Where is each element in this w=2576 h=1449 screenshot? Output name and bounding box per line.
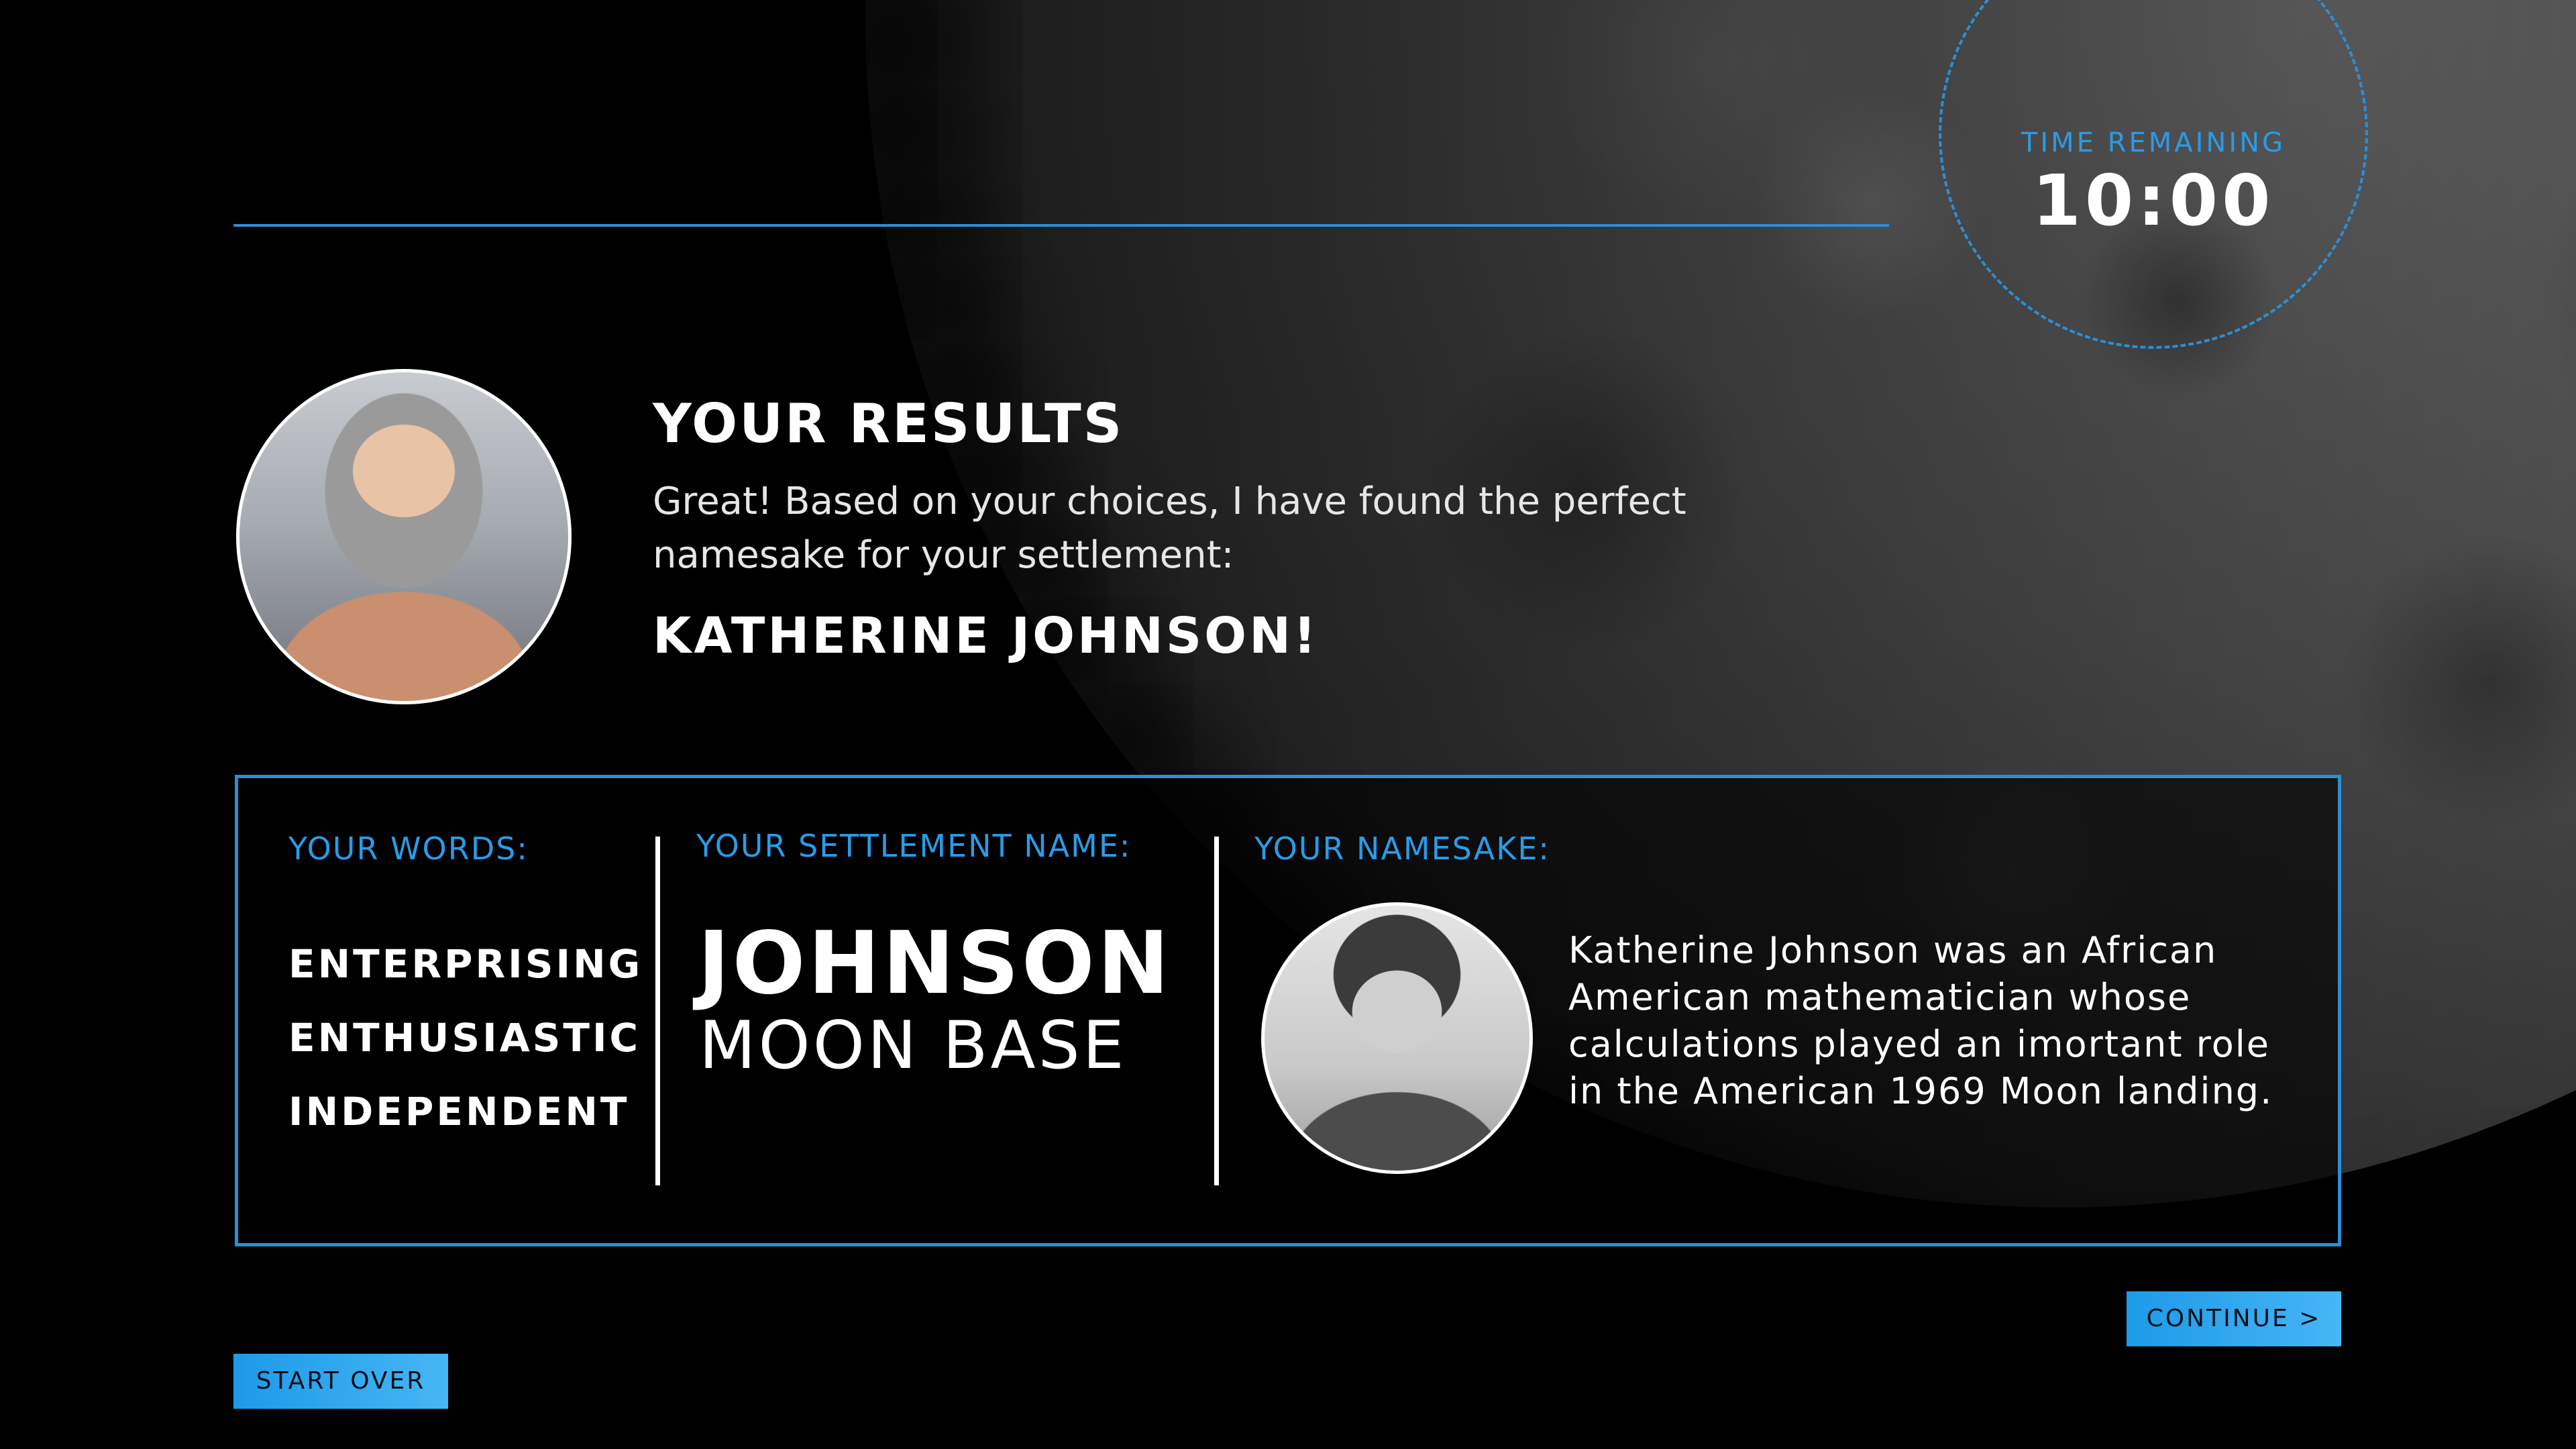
- continue-button[interactable]: CONTINUE >: [2127, 1291, 2341, 1346]
- host-avatar: [236, 369, 572, 704]
- results-message: Great! Based on your choices, I have fou…: [653, 480, 1686, 577]
- your-words-label: YOUR WORDS:: [288, 830, 529, 867]
- start-over-button[interactable]: START OVER: [233, 1354, 448, 1409]
- settlement-name-sub: MOON BASE: [699, 1008, 1127, 1084]
- settlement-name-label: YOUR SETTLEMENT NAME:: [696, 828, 1132, 864]
- column-divider: [655, 837, 660, 1185]
- timer-label: TIME REMAINING: [2021, 127, 2286, 158]
- timer-value: 10:00: [2032, 160, 2275, 241]
- namesake-photo: [1261, 902, 1533, 1174]
- column-divider: [1214, 837, 1219, 1185]
- results-screen: TIME REMAINING 10:00 YOUR RESULTS Great!…: [0, 0, 2576, 1449]
- settlement-name-main: JOHNSON: [698, 914, 1172, 1014]
- namesake-label: YOUR NAMESAKE:: [1254, 830, 1550, 867]
- word-item: INDEPENDENT: [288, 1089, 630, 1134]
- header-divider: [233, 224, 1889, 227]
- word-item: ENTERPRISING: [288, 941, 643, 987]
- words-list: ENTERPRISING ENTHUSIASTIC INDEPENDENT: [288, 927, 643, 1148]
- word-item: ENTHUSIASTIC: [288, 1015, 641, 1061]
- results-title: YOUR RESULTS: [653, 392, 1124, 455]
- namesake-result-name: KATHERINE JOHNSON!: [653, 607, 1319, 665]
- namesake-bio: Katherine Johnson was an African America…: [1568, 929, 2273, 1112]
